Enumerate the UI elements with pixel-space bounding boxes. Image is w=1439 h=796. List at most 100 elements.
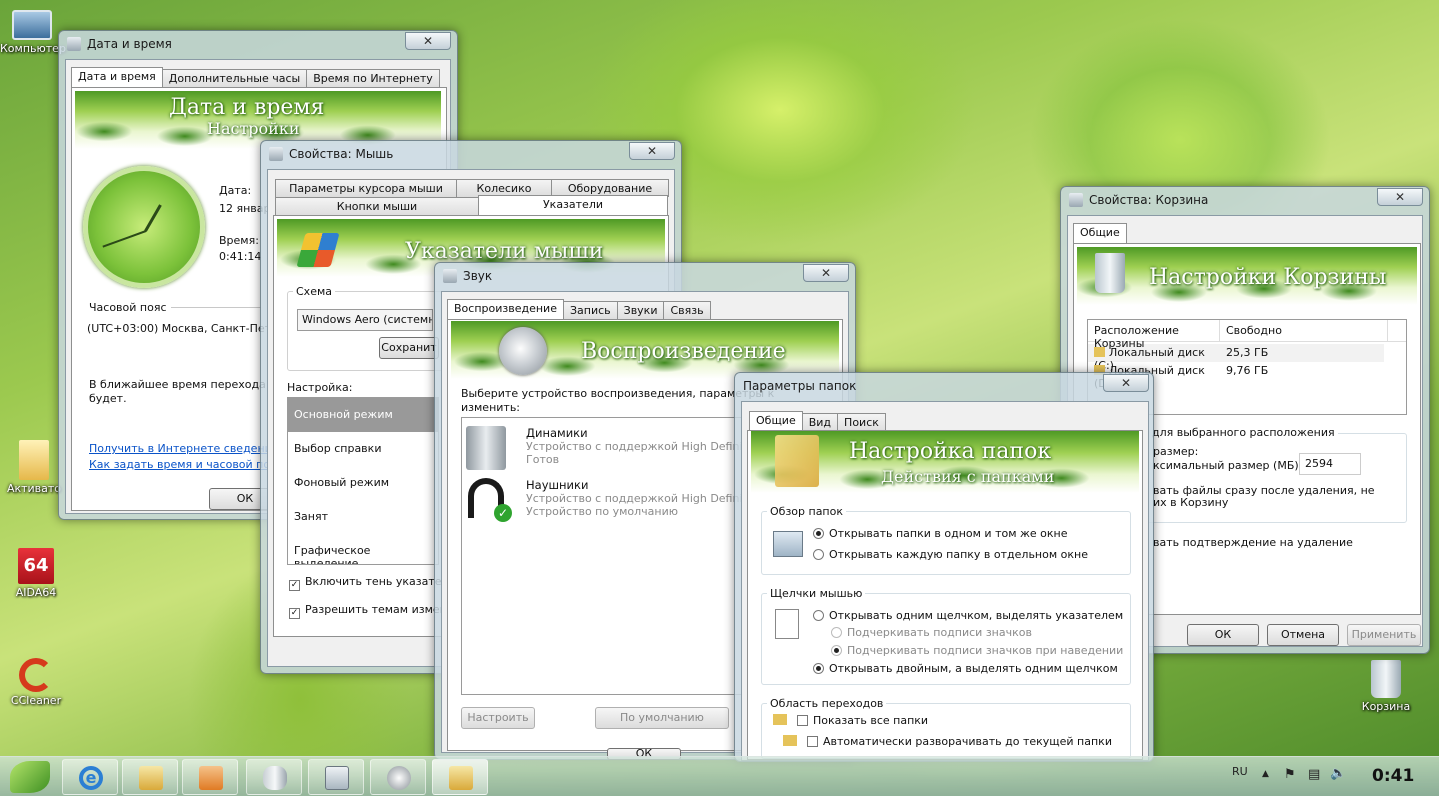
underline-always-radio[interactable]: Подчеркивать подписи значков — [831, 626, 1032, 639]
confirm-delete-checkbox[interactable]: вать подтверждение на удаление — [1153, 536, 1353, 549]
ok-button[interactable]: ОК — [1187, 624, 1259, 646]
mouse-icon — [263, 766, 287, 790]
browse-same-window-radio[interactable]: Открывать папки в одном и том же окне — [813, 527, 1068, 540]
internet-explorer-icon: e — [79, 766, 103, 790]
device-description: Устройство с поддержкой High Definition — [526, 492, 764, 505]
show-hidden-icons-chevron-icon[interactable]: ▲ — [1262, 769, 1269, 779]
list-item[interactable]: Основной режим — [288, 398, 438, 432]
speaker-icon — [443, 269, 457, 283]
close-button[interactable]: ✕ — [803, 264, 849, 282]
set-default-button[interactable]: По умолчанию — [595, 707, 729, 729]
tab-internet-time[interactable]: Время по Интернету — [306, 69, 440, 89]
tab-playback[interactable]: Воспроизведение — [447, 299, 564, 319]
banner-title: Настройка папок — [849, 439, 1052, 464]
tab-recording[interactable]: Запись — [562, 301, 618, 321]
list-item[interactable]: Занят — [288, 500, 438, 534]
max-size-input[interactable]: 2594 — [1299, 453, 1361, 475]
volume-icon[interactable]: 🔈 — [1330, 766, 1346, 781]
title-bar[interactable]: Звук — [435, 263, 855, 289]
title-bar[interactable]: Дата и время — [59, 31, 457, 57]
tab-pointers[interactable]: Указатели — [478, 195, 668, 215]
window-title: Дата и время — [87, 37, 172, 51]
size-radio-label[interactable]: размер: — [1153, 445, 1198, 458]
close-button[interactable]: ✕ — [1103, 374, 1149, 392]
tab-sounds[interactable]: Звуки — [616, 301, 665, 321]
taskbar-media-player[interactable] — [182, 759, 238, 795]
clock-icon — [67, 37, 81, 51]
browse-folders-group — [761, 511, 1131, 575]
scheme-select[interactable]: Windows Aero (системная) — [297, 309, 433, 331]
themes-checkbox[interactable]: ✓ Разрешить темам измене — [289, 603, 454, 619]
desktop-icon-recycle-bin[interactable]: Корзина — [1354, 660, 1418, 713]
radio-selected-icon — [831, 645, 842, 656]
taskbar-mouse[interactable] — [246, 759, 302, 795]
action-center-flag-icon[interactable]: ⚑ — [1284, 767, 1296, 782]
online-info-link[interactable]: Получить в Интернете сведения о — [89, 442, 289, 455]
dst-text-2: будет. — [89, 392, 127, 405]
single-click-radio[interactable]: Открывать одним щелчком, выделять указат… — [813, 609, 1123, 622]
recycle-bin-banner-icon — [1095, 253, 1125, 293]
desktop-icon-activator[interactable]: Активато — [2, 440, 66, 495]
timezone-divider — [171, 307, 261, 308]
desktop-icon-ccleaner[interactable]: CCleaner — [4, 658, 68, 707]
recycle-bin-icon — [1371, 660, 1401, 698]
banner-subtitle: Действия с папками — [881, 467, 1055, 486]
show-all-folders-checkbox[interactable]: Показать все папки — [773, 714, 928, 727]
click-pointer-icon — [775, 609, 799, 639]
close-button[interactable]: ✕ — [405, 32, 451, 50]
delete-immediately-text: их в Корзину — [1153, 496, 1229, 509]
cancel-button[interactable]: Отмена — [1267, 624, 1339, 646]
taskbar-ie[interactable]: e — [62, 759, 118, 795]
taskbar-explorer[interactable] — [122, 759, 178, 795]
how-to-set-time-link[interactable]: Как задать время и часовой пояс — [89, 458, 283, 471]
title-bar[interactable]: Свойства: Мышь — [261, 141, 681, 167]
start-button[interactable] — [2, 759, 58, 795]
list-item[interactable]: Выбор справки — [288, 432, 438, 466]
tab-strip: Воспроизведение Запись Звуки Связь — [447, 299, 711, 321]
tab-extra-clocks[interactable]: Дополнительные часы — [161, 69, 308, 89]
browse-folders-icon — [773, 531, 803, 557]
underline-hover-radio[interactable]: Подчеркивать подписи значков при наведен… — [831, 644, 1123, 657]
auto-expand-checkbox[interactable]: Автоматически разворачивать до текущей п… — [783, 735, 1112, 748]
taskbar-clock[interactable]: 0:41 — [1372, 766, 1414, 786]
configure-button[interactable]: Настроить — [461, 707, 535, 729]
title-bar[interactable]: Параметры папок — [735, 373, 1153, 399]
tab-general[interactable]: Общие — [749, 411, 803, 431]
double-click-radio[interactable]: Открывать двойным, а выделять одним щелч… — [813, 662, 1118, 675]
media-player-icon — [199, 766, 223, 790]
browse-new-window-radio[interactable]: Открывать каждую папку в отдельном окне — [813, 548, 1088, 561]
taskbar-sound[interactable] — [370, 759, 426, 795]
shadow-checkbox[interactable]: ✓ Включить тень указателя — [289, 575, 455, 591]
title-bar[interactable]: Свойства: Корзина — [1061, 187, 1429, 213]
list-item[interactable]: Графическое выделение — [288, 534, 438, 564]
network-icon[interactable]: ▤ — [1308, 767, 1320, 782]
tab-general[interactable]: Общие — [1073, 223, 1127, 243]
list-item[interactable]: Фоновый режим — [288, 466, 438, 500]
table-row[interactable]: Локальный диск (C:) 25,3 ГБ — [1088, 344, 1384, 372]
column-header-location[interactable]: Расположение Корзины — [1088, 320, 1220, 350]
navigation-pane-label: Область переходов — [767, 697, 887, 710]
folder-options-window: Параметры папок ✕ Общие Вид Поиск Настро… — [734, 372, 1154, 762]
timezone-value: (UTC+03:00) Москва, Санкт-Петер — [87, 322, 285, 335]
analog-clock — [83, 166, 205, 288]
computer-icon — [12, 10, 52, 40]
close-button[interactable]: ✕ — [1377, 188, 1423, 206]
desktop-icon-computer[interactable]: Компьютер — [0, 10, 66, 55]
tab-buttons[interactable]: Кнопки мыши — [275, 197, 479, 217]
apply-button[interactable]: Применить — [1347, 624, 1421, 646]
tree-folder-icon — [783, 735, 797, 746]
tab-pointer-options[interactable]: Параметры курсора мыши — [275, 179, 457, 197]
instruction-text: Выберите устройство воспроизведения, пар… — [461, 387, 775, 400]
taskbar-folder-options[interactable] — [432, 759, 488, 795]
pointer-list: Основной режим Выбор справки Фоновый реж… — [287, 397, 439, 565]
timezone-label: Часовой пояс — [89, 301, 167, 314]
tab-datetime[interactable]: Дата и время — [71, 67, 163, 87]
explorer-folder-icon — [139, 766, 163, 790]
taskbar-datetime[interactable] — [308, 759, 364, 795]
language-indicator[interactable]: RU — [1232, 765, 1248, 778]
column-header-free[interactable]: Свободно — [1220, 320, 1388, 341]
desktop-icon-aida64[interactable]: 64 AIDA64 — [4, 548, 68, 599]
tab-communications[interactable]: Связь — [663, 301, 711, 321]
save-scheme-button[interactable]: Сохранит — [379, 337, 439, 359]
close-button[interactable]: ✕ — [629, 142, 675, 160]
